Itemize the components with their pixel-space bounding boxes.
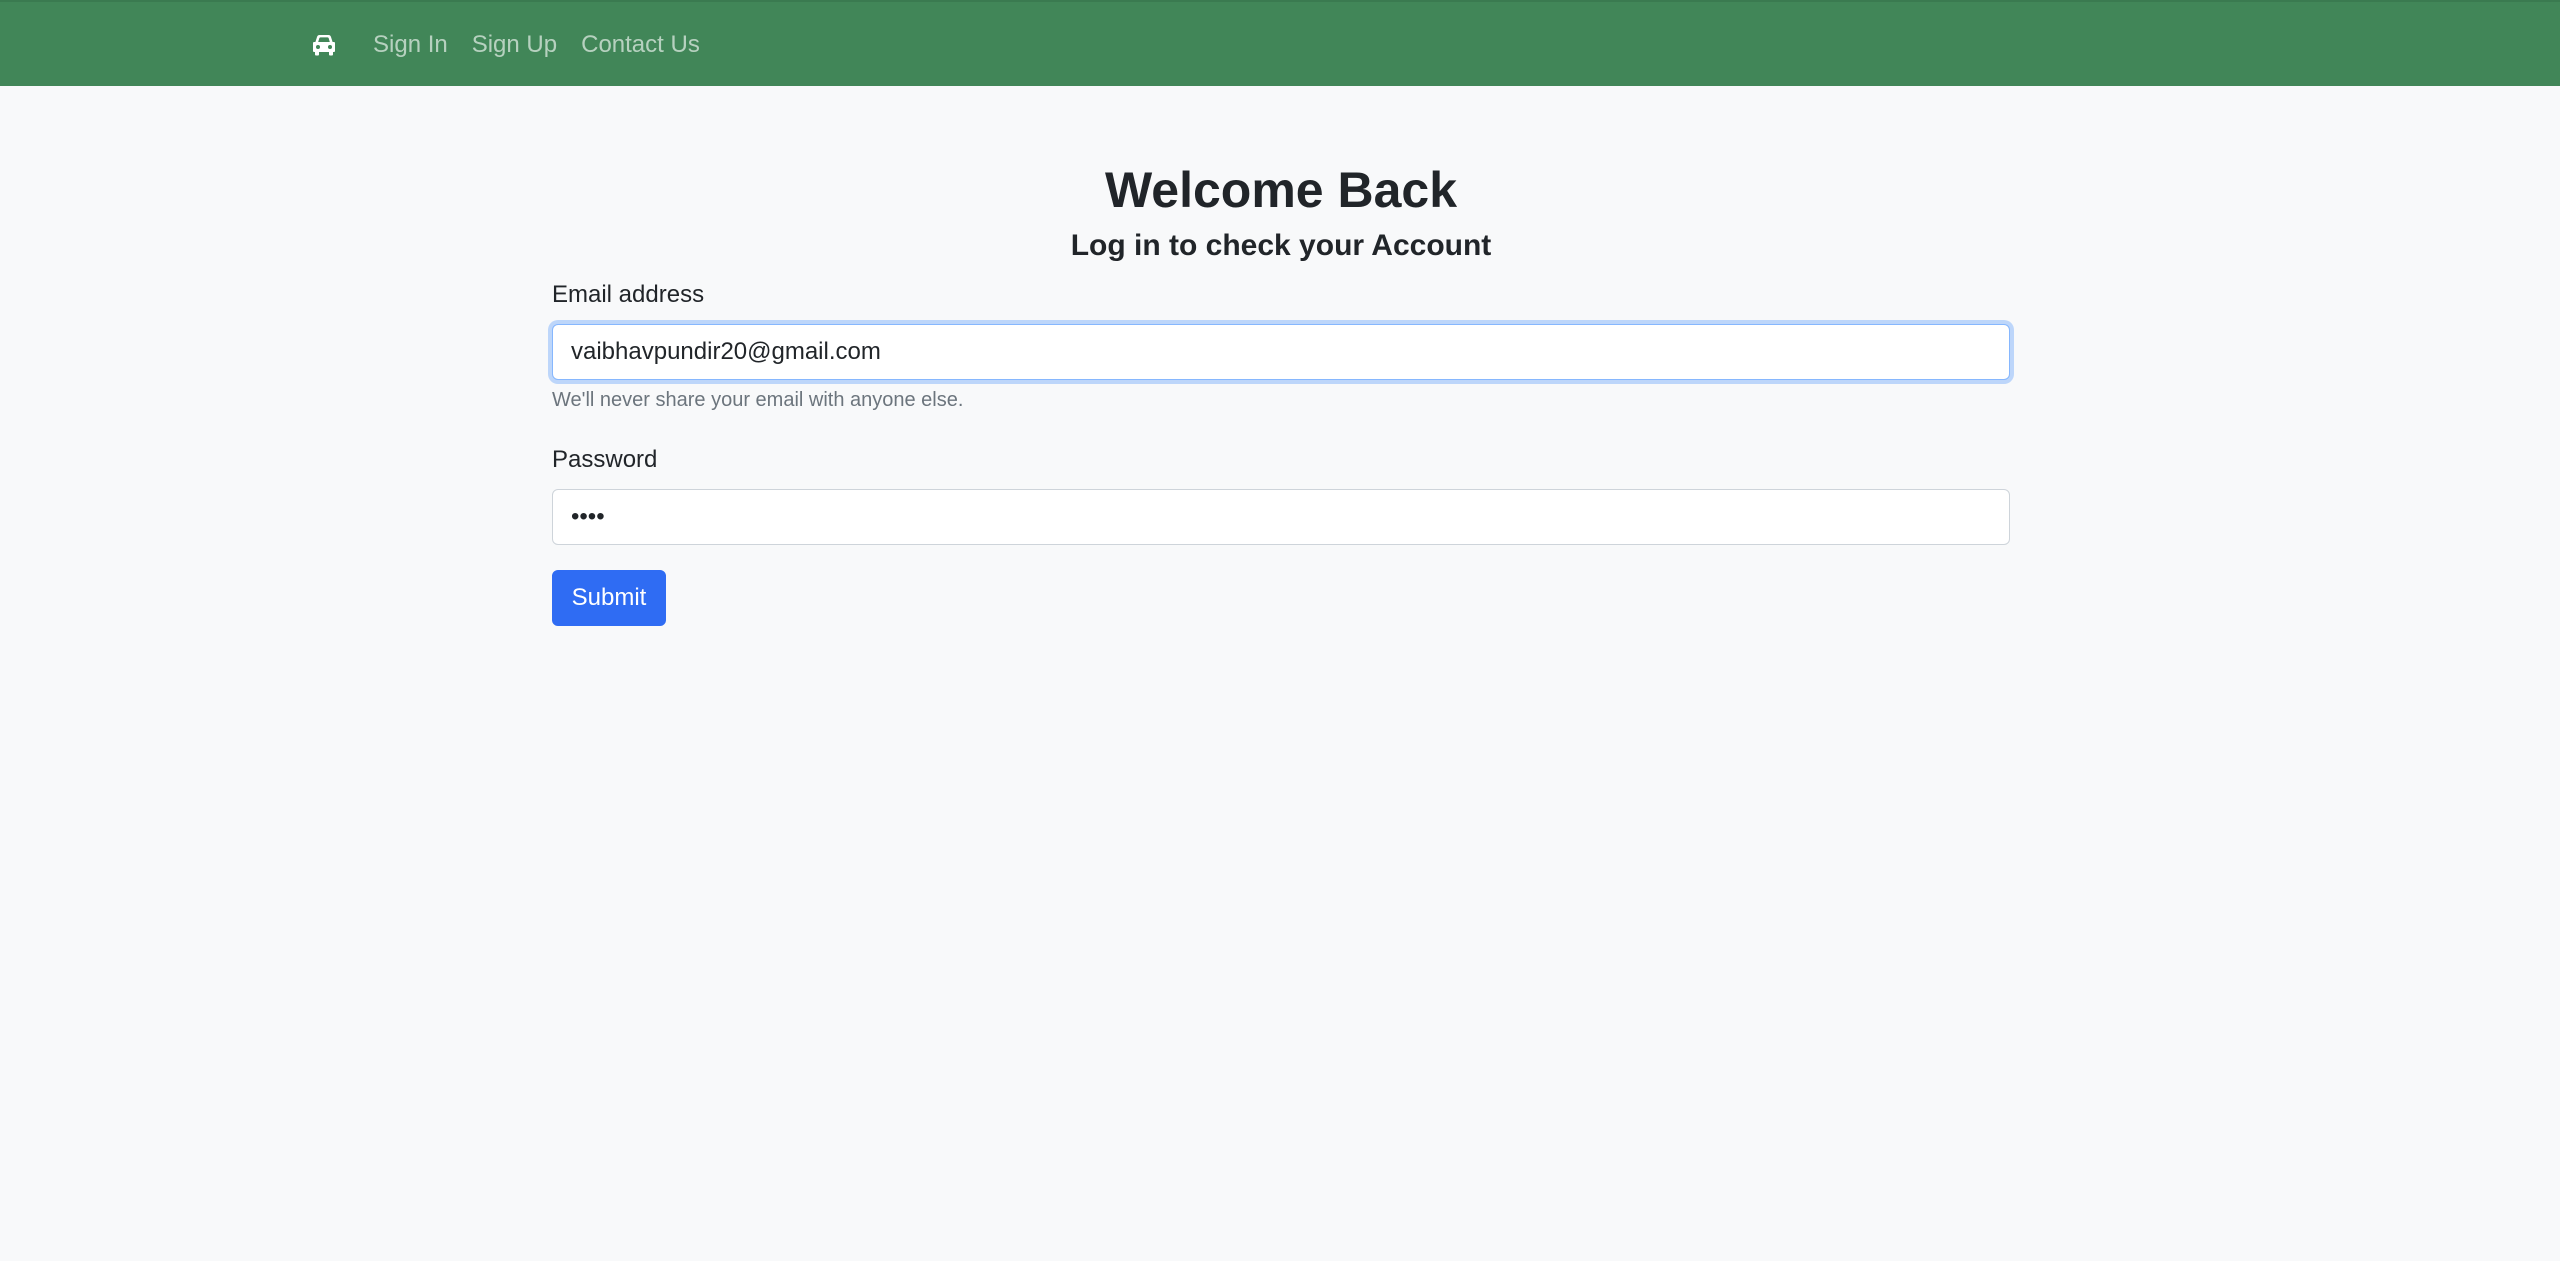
email-label: Email address: [552, 281, 705, 308]
email-field[interactable]: [552, 324, 2010, 380]
car-icon-graphic: [313, 35, 335, 56]
nav-link-sign-up[interactable]: Sign Up: [472, 33, 557, 57]
nav-link-sign-in[interactable]: Sign In: [373, 33, 448, 57]
password-label: Password: [552, 446, 658, 473]
page-subtitle: Log in to check your Account: [1070, 229, 1492, 262]
top-navbar: Sign In Sign Up Contact Us: [0, 0, 2560, 86]
password-field[interactable]: [552, 489, 2010, 545]
nav-link-contact-us[interactable]: Contact Us: [581, 33, 700, 57]
navbar-items: Sign In Sign Up Contact Us: [311, 2, 724, 88]
page-title: Welcome Back: [1104, 162, 1458, 218]
car-icon[interactable]: [311, 32, 337, 58]
email-help-text: We'll never share your email with anyone…: [552, 389, 964, 411]
submit-button[interactable]: Submit: [552, 570, 666, 626]
